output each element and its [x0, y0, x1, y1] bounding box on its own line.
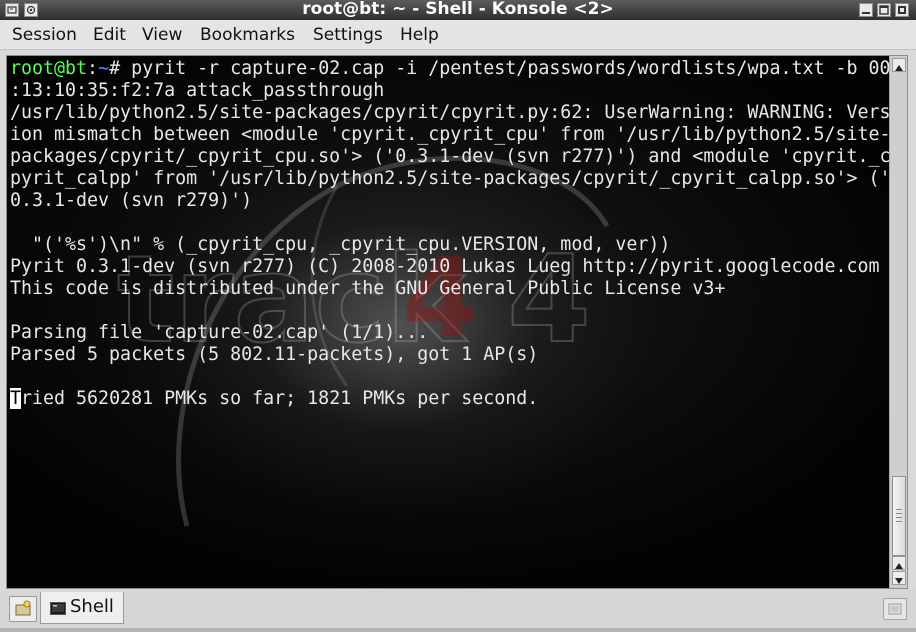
terminal-output[interactable]: track 4 4 root@bt:~# pyrit -r capture-02… — [7, 56, 889, 588]
session-tab-bar: Shell — [0, 590, 916, 632]
command-line: root@bt:~# pyrit -r capture-02.cap -i /p… — [10, 58, 889, 79]
output-line: /usr/lib/python2.5/site-packages/cpyrit/… — [10, 102, 889, 123]
scroll-down-icon[interactable] — [892, 571, 906, 585]
new-session-icon[interactable] — [9, 596, 37, 622]
output-line: Parsing file 'capture-02.cap' (1/1)... — [10, 322, 429, 343]
output-line: Parsed 5 packets (5 802.11-packets), got… — [10, 344, 539, 365]
menu-help[interactable]: Help — [400, 20, 439, 50]
scroll-up-icon[interactable] — [892, 58, 906, 72]
output-line: :13:10:35:f2:7a attack_passthrough — [10, 80, 385, 101]
output-line: This code is distributed under the GNU G… — [10, 278, 726, 299]
window-title: root@bt: ~ - Shell - Konsole <2> — [302, 0, 614, 19]
window-bottom-border — [0, 628, 916, 632]
output-line: "('%s')\n" % (_cpyrit_cpu, _cpyrit_cpu.V… — [10, 234, 671, 255]
progress-line: Tried 5620281 PMKs so far; 1821 PMKs per… — [10, 388, 539, 409]
vertical-scrollbar[interactable] — [889, 56, 907, 588]
tab-label: Shell — [70, 596, 114, 617]
output-line: ion mismatch between <module 'cpyrit._cp… — [10, 124, 889, 145]
terminal-icon — [50, 602, 66, 615]
menu-bar: Session Edit View Bookmarks Settings Hel… — [0, 20, 916, 50]
output-line: packages/cpyrit/_cpyrit_cpu.so'> ('0.3.1… — [10, 146, 889, 167]
title-bar: root@bt: ~ - Shell - Konsole <2> — [0, 0, 916, 20]
close-tab-icon[interactable] — [883, 598, 907, 620]
output-line: Pyrit 0.3.1-dev (svn r277) (C) 2008-2010… — [10, 256, 880, 277]
scroll-up-lower-icon[interactable] — [892, 556, 906, 570]
output-line: pyrit_calpp' from '/usr/lib/python2.5/si… — [10, 168, 889, 189]
tab-shell[interactable]: Shell — [40, 592, 124, 624]
maximize-icon[interactable] — [877, 3, 891, 17]
scrollbar-thumb[interactable] — [892, 476, 906, 556]
minimize-icon[interactable] — [859, 3, 873, 17]
text-cursor: T — [10, 388, 22, 409]
menu-settings[interactable]: Settings — [313, 20, 383, 50]
menu-bookmarks[interactable]: Bookmarks — [200, 20, 295, 50]
close-icon[interactable] — [895, 3, 909, 17]
menu-view[interactable]: View — [142, 20, 182, 50]
menu-session[interactable]: Session — [12, 20, 77, 50]
output-line: 0.3.1-dev (svn r279)') — [10, 190, 253, 211]
menu-edit[interactable]: Edit — [93, 20, 126, 50]
